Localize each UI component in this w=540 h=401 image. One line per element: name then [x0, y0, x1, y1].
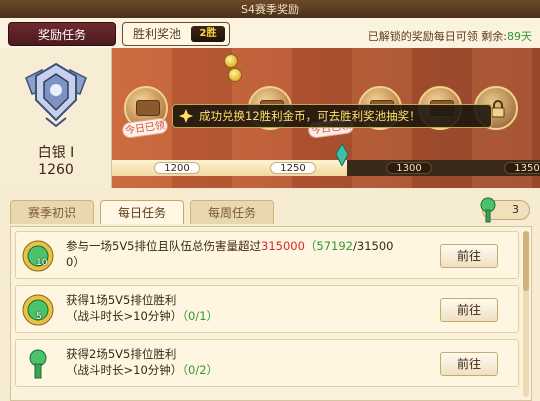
task-progress: （0/1）: [182, 309, 219, 323]
pool-win-badge: 2胜: [191, 26, 225, 42]
task-condition: （战斗时长>10分钟）: [66, 363, 183, 377]
task-item: 10 参与一场5V5排位且队伍总伤害量超过315000（57192/31500 …: [15, 231, 519, 279]
coin-icon: [224, 54, 238, 68]
tick-label: 1350: [504, 162, 540, 174]
silver-rank-emblem-icon: [25, 62, 87, 128]
progress-scale: 1200 1250 1300 1350: [112, 160, 540, 176]
currency-count: 3: [512, 203, 519, 216]
task-line2: 0）: [66, 255, 85, 269]
task-line: 获得1场5V5排位胜利: [66, 293, 177, 307]
top-bar: 奖励任务 胜利奖池 2胜 已解锁的奖励每日可领 剩余:89天: [0, 18, 540, 48]
title-bar: S4赛季奖励: [0, 0, 540, 18]
task-reward-count: 10: [36, 258, 48, 268]
task-line: 获得2场5V5排位胜利: [66, 347, 177, 361]
task-reward-count: 5: [36, 312, 42, 322]
rank-panel: 白银 I 1260: [0, 48, 112, 188]
task-total: /31500: [353, 239, 394, 253]
task-line: 参与一场5V5排位且队伍总伤害量超过: [66, 239, 261, 253]
exchange-toast: 成功兑换12胜利金币，可去胜利奖池抽奖！: [172, 104, 492, 128]
task-description: 获得2场5V5排位胜利 （战斗时长>10分钟）（0/2）: [66, 346, 396, 378]
tick-label: 1250: [270, 162, 316, 174]
unlock-days: 89天: [507, 30, 532, 43]
reward-track[interactable]: 今日已领 今日已领 成功兑换12胜利金币，可去胜利奖池抽奖！ 1200 1250…: [112, 48, 540, 188]
rank-name: 白银 I: [37, 145, 75, 161]
gem-key-icon: [29, 349, 47, 379]
tick-label: 1200: [154, 162, 200, 174]
task-description: 获得1场5V5排位胜利 （战斗时长>10分钟）（0/1）: [66, 292, 396, 324]
task-description: 参与一场5V5排位且队伍总伤害量超过315000（57192/31500 0）: [66, 238, 396, 270]
go-button[interactable]: 前往: [440, 244, 498, 268]
tab-victory-pool[interactable]: 胜利奖池 2胜: [122, 22, 230, 46]
tab-victory-pool-label: 胜利奖池: [133, 27, 182, 41]
tab-season-intro[interactable]: 赛季初识: [10, 200, 94, 224]
progress-marker-icon: [335, 144, 349, 166]
tab-weekly-tasks[interactable]: 每周任务: [190, 200, 274, 224]
task-tabs: 赛季初识 每日任务 每周任务 3: [0, 188, 540, 226]
sparkle-icon: [179, 109, 193, 123]
task-target: 315000: [261, 239, 305, 253]
currency-box: 3: [480, 197, 530, 223]
rank-score: 1260: [38, 162, 74, 178]
task-condition: （战斗时长>10分钟）: [66, 309, 183, 323]
tab-reward-tasks[interactable]: 奖励任务: [8, 22, 116, 46]
gem-key-icon: [480, 197, 496, 223]
scrollbar[interactable]: [523, 231, 529, 397]
go-button[interactable]: 前往: [440, 298, 498, 322]
task-list[interactable]: 10 参与一场5V5排位且队伍总伤害量超过315000（57192/31500 …: [10, 226, 532, 401]
task-item: 5 获得1场5V5排位胜利 （战斗时长>10分钟）（0/1） 前往: [15, 285, 519, 333]
window-title: S4赛季奖励: [241, 3, 299, 16]
lock-icon: [491, 100, 505, 118]
chest-icon: [136, 100, 160, 116]
task-paren: （: [304, 239, 317, 253]
scrollbar-thumb[interactable]: [523, 231, 529, 291]
unlock-prefix: 已解锁的奖励每日可领 剩余:: [367, 30, 507, 43]
unlock-info: 已解锁的奖励每日可领 剩余:89天: [368, 28, 532, 44]
go-button[interactable]: 前往: [440, 352, 498, 376]
toast-text: 成功兑换12胜利金币，可去胜利奖池抽奖！: [199, 109, 421, 123]
task-progress: （0/2）: [182, 363, 219, 377]
tick-label: 1300: [386, 162, 432, 174]
coin-icon: [228, 68, 242, 82]
tab-daily-tasks[interactable]: 每日任务: [100, 200, 184, 224]
task-current: 57192: [316, 239, 353, 253]
task-item: 获得2场5V5排位胜利 （战斗时长>10分钟）（0/2） 前往: [15, 339, 519, 387]
